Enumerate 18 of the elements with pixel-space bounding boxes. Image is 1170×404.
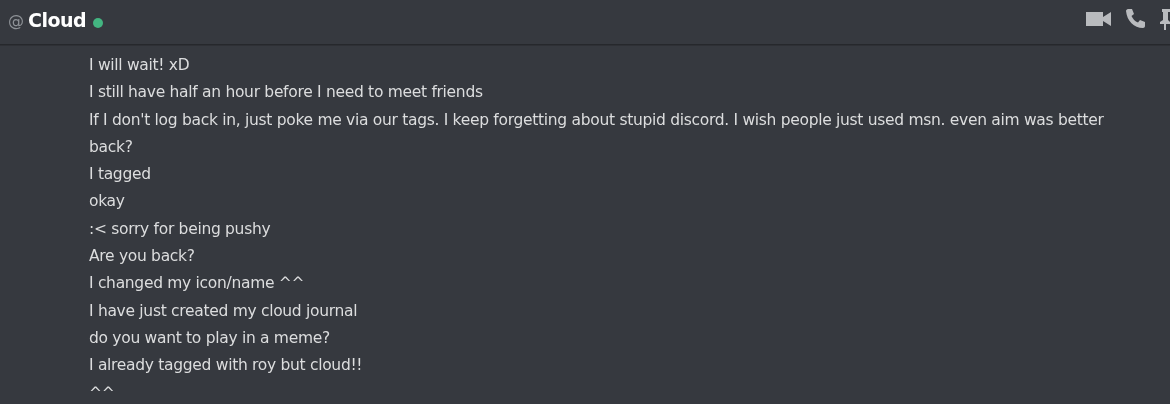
message-text: I still have half an hour before I need to meet friends [89,82,484,104]
phone-icon[interactable] [1124,7,1148,31]
message-text: I will wait! xD [89,55,191,76]
message-text: I tagged [89,164,152,186]
message-text: ^^ [89,382,116,404]
pin-icon[interactable] [1160,7,1170,31]
video-camera-icon[interactable] [1086,10,1112,28]
message-text: back? [89,136,134,158]
message-text: I changed my icon/name ^^ [89,273,306,295]
message-text: do you want to play in a meme? [89,327,331,349]
message-text: okay [89,191,126,213]
message-text: Are you back? [89,246,196,268]
message-text: I have just created my cloud journal [89,300,359,322]
message-text: I already tagged with roy but cloud!! [89,355,364,377]
channel-title: Cloud [28,9,87,33]
message-text: :< sorry for being pushy [89,218,272,240]
message-text: If I don't log back in, just poke me via our tags. I keep forgetting about stupid discord. I wish people just used msn. even aim was better [89,109,1105,131]
at-sign: @ [8,10,24,32]
